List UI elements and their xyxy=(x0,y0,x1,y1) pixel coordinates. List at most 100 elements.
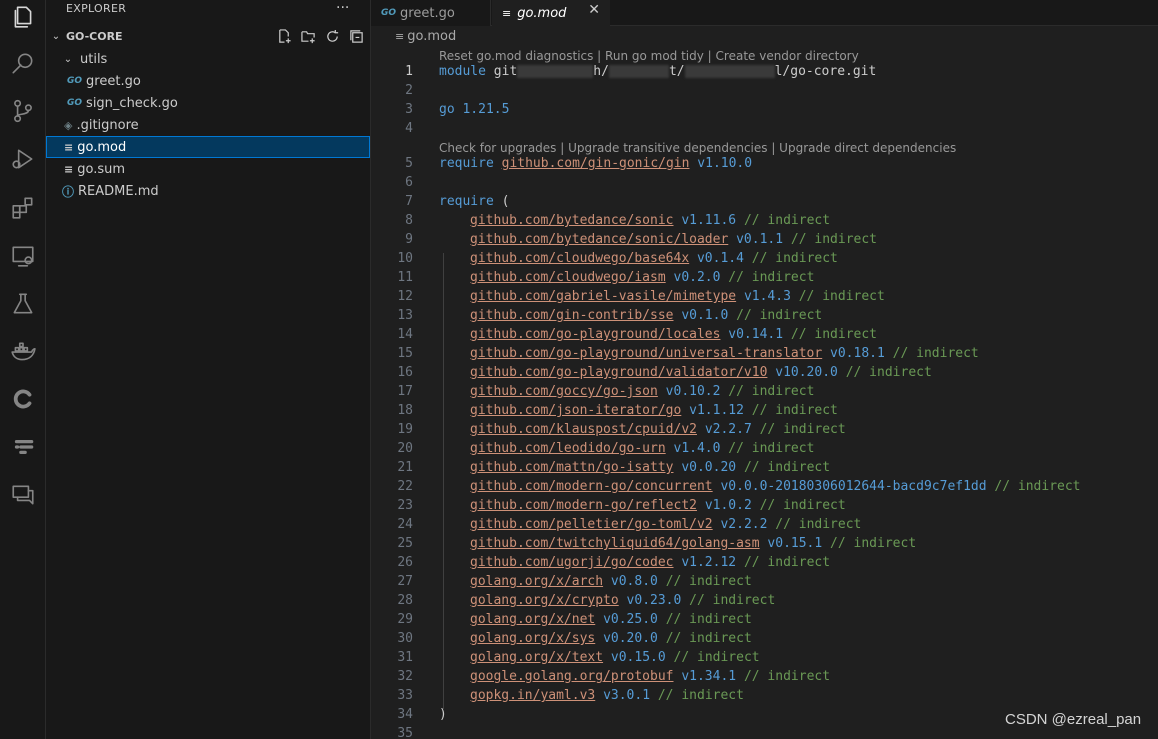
tree-item-gitignore[interactable]: ◈ .gitignore xyxy=(46,114,370,136)
collapse-all-icon[interactable] xyxy=(348,28,364,44)
more-actions-icon[interactable]: ··· xyxy=(336,0,349,16)
code-line: google.golang.org/protobuf v1.34.1 // in… xyxy=(470,669,830,684)
dependency-version: v0.1.1 xyxy=(736,232,784,247)
codegeex-icon[interactable] xyxy=(8,384,38,414)
dependency-version: v1.11.6 xyxy=(681,213,737,228)
line-number: 26 xyxy=(397,555,413,570)
dependency-version: v0.25.0 xyxy=(603,612,658,627)
testing-icon[interactable] xyxy=(8,289,38,319)
line-number: 21 xyxy=(397,460,413,475)
module-path-part: git xyxy=(493,64,518,79)
go-keyword: go xyxy=(439,102,455,117)
dependency-link: github.com/pelletier/go-toml/v2 xyxy=(470,517,713,532)
extensions-icon[interactable] xyxy=(8,193,38,223)
code-line: require github.com/gin-gonic/gin v1.10.0 xyxy=(439,156,752,171)
codelens-top[interactable]: Reset go.mod diagnostics | Run go mod ti… xyxy=(439,49,859,63)
dependency-version: v0.1.4 xyxy=(696,251,744,266)
tree-item-readme[interactable]: ⓘ README.md xyxy=(46,180,370,202)
line-number: 20 xyxy=(397,441,413,456)
dependency-version: v0.18.1 xyxy=(830,346,885,361)
line-number: 4 xyxy=(405,121,413,136)
dependency-version: v0.0.0-20180306012644-bacd9c7ef1dd xyxy=(720,479,987,494)
line-number: 11 xyxy=(397,270,413,285)
close-icon[interactable]: ✕ xyxy=(588,2,600,18)
code-line: module git h/t/l/go-core.git xyxy=(439,64,876,79)
tree-item-label: go.sum xyxy=(77,161,126,177)
line-number: 32 xyxy=(397,669,413,684)
code-line: github.com/modern-go/concurrent v0.0.0-2… xyxy=(470,479,1081,494)
mod-file-icon: ≡ xyxy=(64,140,74,154)
indirect-comment: // indirect xyxy=(892,346,979,361)
dependency-link: github.com/cloudwego/iasm xyxy=(470,270,666,285)
module-path-part: l/go-core.git xyxy=(774,64,877,79)
dependency-version: v0.1.0 xyxy=(681,308,729,323)
remote-explorer-icon[interactable] xyxy=(8,241,38,271)
line-number: 7 xyxy=(405,194,413,209)
indirect-comment: // indirect xyxy=(845,365,932,380)
code-line: github.com/cloudwego/iasm v0.2.0 // indi… xyxy=(470,270,814,285)
dependency-link: google.golang.org/protobuf xyxy=(470,669,674,684)
dependency-link: golang.org/x/net xyxy=(470,612,596,627)
mod-file-icon: ≡ xyxy=(502,6,512,20)
line-number: 9 xyxy=(405,232,413,247)
dependency-version: v1.4.3 xyxy=(743,289,791,304)
dependency-link: github.com/go-playground/validator/v10 xyxy=(470,365,768,380)
go-file-icon: GO xyxy=(381,8,397,18)
tree-item-go-sum[interactable]: ≡ go.sum xyxy=(46,158,370,180)
indirect-comment: // indirect xyxy=(751,403,838,418)
indirect-comment: // indirect xyxy=(657,688,744,703)
chat-icon[interactable] xyxy=(8,480,38,510)
chevron-down-icon: ⌄ xyxy=(63,53,73,65)
close-paren: ) xyxy=(439,707,447,722)
go-file-icon: GO xyxy=(67,98,83,108)
code-line: ) xyxy=(439,707,447,722)
code-line: github.com/mattn/go-isatty v0.0.20 // in… xyxy=(470,460,830,475)
tab-label: greet.go xyxy=(400,5,455,21)
code-line: golang.org/x/net v0.25.0 // indirect xyxy=(470,612,752,627)
indirect-comment: // indirect xyxy=(728,441,815,456)
tree-folder-utils[interactable]: ⌄ utils xyxy=(46,48,370,70)
code-editor[interactable]: Reset go.mod diagnostics | Run go mod ti… xyxy=(371,48,1158,739)
activity-bar xyxy=(0,0,46,739)
indirect-comment: // indirect xyxy=(728,270,815,285)
gitlens-icon[interactable] xyxy=(8,432,38,462)
dependency-link: github.com/bytedance/sonic/loader xyxy=(470,232,729,247)
tree-item-greet-go[interactable]: GO greet.go xyxy=(46,70,370,92)
line-number: 27 xyxy=(397,574,413,589)
code-line: github.com/modern-go/reflect2 v1.0.2 // … xyxy=(470,498,846,513)
dependency-version: v0.2.0 xyxy=(673,270,721,285)
code-line: github.com/twitchyliquid64/golang-asm v0… xyxy=(470,536,916,551)
mod-file-icon: ≡ xyxy=(395,30,405,43)
line-number: 30 xyxy=(397,631,413,646)
indirect-comment: // indirect xyxy=(743,460,831,475)
dependency-version: v1.1.12 xyxy=(689,403,744,418)
line-number: 16 xyxy=(397,365,413,380)
refresh-icon[interactable] xyxy=(324,28,340,44)
tree-item-go-mod[interactable]: ≡ go.mod xyxy=(46,136,370,158)
indirect-comment: // indirect xyxy=(830,536,917,551)
docker-icon[interactable] xyxy=(8,337,38,367)
dependency-link: github.com/gin-contrib/sse xyxy=(470,308,674,323)
code-line: github.com/cloudwego/base64x v0.1.4 // i… xyxy=(470,251,838,266)
indirect-comment: // indirect xyxy=(743,555,831,570)
tab-greet-go[interactable]: GO greet.go xyxy=(371,0,491,26)
new-file-icon[interactable] xyxy=(276,28,292,44)
codelens-require[interactable]: Check for upgrades | Upgrade transitive … xyxy=(439,141,956,155)
breadcrumb[interactable]: ≡ go.mod xyxy=(395,29,456,44)
tree-item-label: go.mod xyxy=(77,139,127,155)
run-debug-icon[interactable] xyxy=(8,144,38,174)
source-control-icon[interactable] xyxy=(8,96,38,126)
indirect-comment: // indirect xyxy=(759,422,846,437)
dependency-version: v1.34.1 xyxy=(681,669,737,684)
new-folder-icon[interactable] xyxy=(300,28,316,44)
tree-item-sign-check-go[interactable]: GO sign_check.go xyxy=(46,92,370,114)
code-line: golang.org/x/sys v0.20.0 // indirect xyxy=(470,631,752,646)
search-icon[interactable] xyxy=(8,49,38,79)
tab-go-mod[interactable]: ≡ go.mod ✕ xyxy=(492,0,610,26)
dependency-version: v1.4.0 xyxy=(673,441,721,456)
explorer-icon[interactable] xyxy=(8,2,38,32)
dependency-version: v0.23.0 xyxy=(626,593,682,608)
code-line: github.com/gin-contrib/sse v0.1.0 // ind… xyxy=(470,308,822,323)
code-line: github.com/gabriel-vasile/mimetype v1.4.… xyxy=(470,289,885,304)
chevron-down-icon: ⌄ xyxy=(51,30,61,42)
